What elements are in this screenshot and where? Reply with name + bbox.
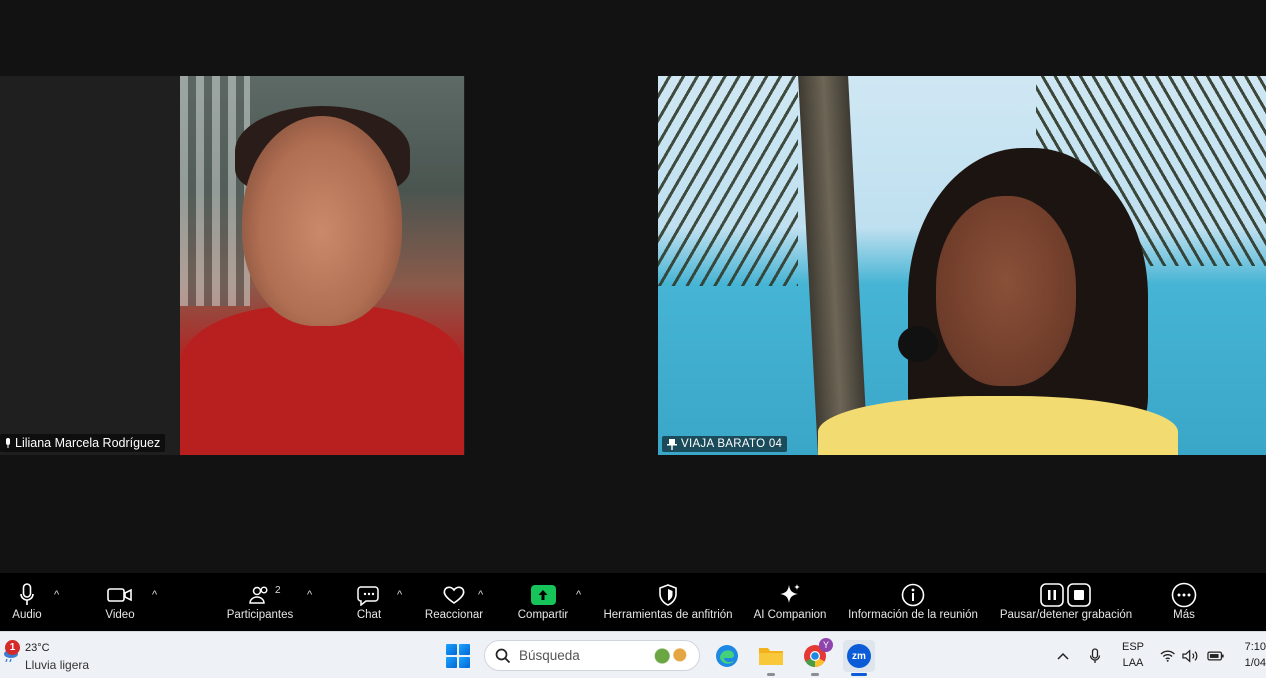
meeting-toolbar: Audio ^ Video ^ Participantes 2 ^ Chat ^…: [0, 573, 1266, 631]
share-options-caret[interactable]: ^: [576, 589, 581, 601]
participants-label: Participantes: [226, 609, 294, 621]
audio-label: Audio: [12, 609, 42, 621]
pause-stop-recording-icon: [1040, 583, 1091, 607]
chat-button[interactable]: Chat: [354, 573, 384, 631]
chat-bubble-icon: [357, 586, 379, 606]
weather-temperature: 23°C: [25, 642, 50, 654]
folder-icon: [759, 648, 783, 665]
more-label: Más: [1173, 609, 1195, 621]
file-explorer-app-button[interactable]: [755, 640, 787, 676]
search-placeholder: Búsqueda: [519, 648, 580, 663]
windows-logo-tile: [459, 644, 470, 655]
chat-options-caret[interactable]: ^: [397, 589, 402, 601]
sparkle-icon: [780, 584, 800, 603]
participants-icon: [249, 586, 268, 604]
windows-taskbar: 1 23°C Lluvia ligera Búsqueda Y zm ESP L…: [0, 631, 1266, 678]
edge-app-button[interactable]: [711, 640, 743, 672]
palm-leaves-left: [658, 76, 798, 286]
weather-alert-badge: 1: [5, 640, 20, 655]
host-tools-label: Herramientas de anfitrión: [603, 609, 733, 621]
chat-label: Chat: [356, 609, 382, 621]
participant-face: [936, 196, 1076, 386]
palm-trunk: [798, 76, 868, 455]
heart-icon: [443, 586, 465, 604]
edge-icon: [716, 645, 738, 667]
taskbar-search-box[interactable]: Búsqueda: [484, 640, 700, 671]
video-label: Video: [105, 609, 135, 621]
participant-name: VIAJA BARATO 04: [681, 438, 783, 450]
app-running-indicator: [811, 673, 819, 676]
share-screen-icon: [530, 585, 556, 605]
zoom-app-button[interactable]: zm: [843, 640, 875, 676]
speaker-icon: [1182, 648, 1198, 663]
meeting-stage: Liliana Marcela Rodríguez VIAJA BARATO 0…: [0, 0, 1266, 573]
participant-name-tag: VIAJA BARATO 04: [662, 436, 788, 452]
chrome-app-button[interactable]: Y: [799, 638, 833, 676]
microphone-tray-button[interactable]: [1086, 632, 1104, 678]
video-tile-participant-1[interactable]: Liliana Marcela Rodríguez: [0, 76, 465, 455]
video-camera-icon: [107, 588, 132, 602]
share-label: Compartir: [517, 609, 569, 621]
app-running-indicator: [767, 673, 775, 676]
headset-mic: [898, 326, 938, 362]
show-hidden-icons-button[interactable]: [1054, 632, 1072, 678]
meeting-info-label: Información de la reunión: [848, 609, 978, 621]
weather-condition: Lluvia ligera: [25, 658, 90, 672]
participant-shirt: [818, 396, 1178, 455]
chrome-profile-badge: Y: [819, 638, 833, 652]
system-clock[interactable]: 7:10 1/04: [1240, 639, 1266, 671]
quick-settings-button[interactable]: [1160, 632, 1224, 678]
app-active-indicator: [851, 673, 867, 676]
more-button[interactable]: Más: [1168, 573, 1200, 631]
participant-name-tag: Liliana Marcela Rodríguez: [0, 434, 166, 452]
host-tools-button[interactable]: Herramientas de anfitrión: [600, 573, 736, 631]
react-options-caret[interactable]: ^: [478, 589, 483, 601]
video-options-caret[interactable]: ^: [152, 589, 157, 601]
participant-shirt: [180, 306, 464, 455]
windows-start-button[interactable]: [446, 644, 470, 668]
wifi-icon: [1160, 650, 1175, 662]
ai-companion-button[interactable]: AI Companion: [750, 573, 830, 631]
clock-time: 7:10: [1244, 641, 1266, 653]
search-highlight-graphic: [649, 645, 693, 667]
share-screen-button[interactable]: Compartir: [514, 573, 572, 631]
battery-icon: [1207, 651, 1224, 660]
recording-controls-button[interactable]: Pausar/detener grabación: [996, 573, 1136, 631]
participants-button[interactable]: Participantes: [224, 573, 296, 631]
more-dots-icon: [1171, 582, 1197, 608]
weather-widget[interactable]: 1 23°C Lluvia ligera: [0, 638, 110, 674]
windows-logo-tile: [446, 644, 457, 655]
react-label: Reaccionar: [424, 609, 484, 621]
keyboard-layout: LAA: [1122, 657, 1144, 669]
video-button[interactable]: Video: [102, 573, 138, 631]
participants-count: 2: [275, 585, 281, 596]
mic-muted-icon: [6, 437, 10, 448]
info-icon: [901, 583, 925, 607]
pin-icon: [667, 438, 677, 450]
microphone-icon: [1089, 647, 1101, 663]
audio-options-caret[interactable]: ^: [54, 589, 59, 601]
windows-logo-tile: [446, 657, 457, 668]
recording-label: Pausar/detener grabación: [999, 609, 1133, 621]
background-window: [180, 76, 250, 306]
audio-button[interactable]: Audio: [8, 573, 46, 631]
participants-options-caret[interactable]: ^: [307, 589, 312, 601]
microphone-icon: [20, 583, 34, 605]
meeting-info-button[interactable]: Información de la reunión: [844, 573, 982, 631]
input-language-indicator[interactable]: ESP LAA: [1120, 639, 1146, 671]
participant-face: [242, 116, 402, 326]
language-code: ESP: [1121, 641, 1144, 653]
video-tile-participant-2[interactable]: VIAJA BARATO 04: [658, 76, 1266, 455]
participant-video: [180, 76, 464, 455]
react-button[interactable]: Reaccionar: [424, 573, 484, 631]
shield-icon: [659, 584, 677, 606]
clock-date: 1/04: [1244, 657, 1266, 669]
chevron-up-icon: [1057, 652, 1069, 660]
search-icon: [495, 648, 511, 663]
ai-companion-label: AI Companion: [753, 609, 827, 621]
zoom-icon: zm: [847, 644, 871, 668]
windows-logo-tile: [459, 657, 470, 668]
participant-name: Liliana Marcela Rodríguez: [15, 436, 161, 450]
